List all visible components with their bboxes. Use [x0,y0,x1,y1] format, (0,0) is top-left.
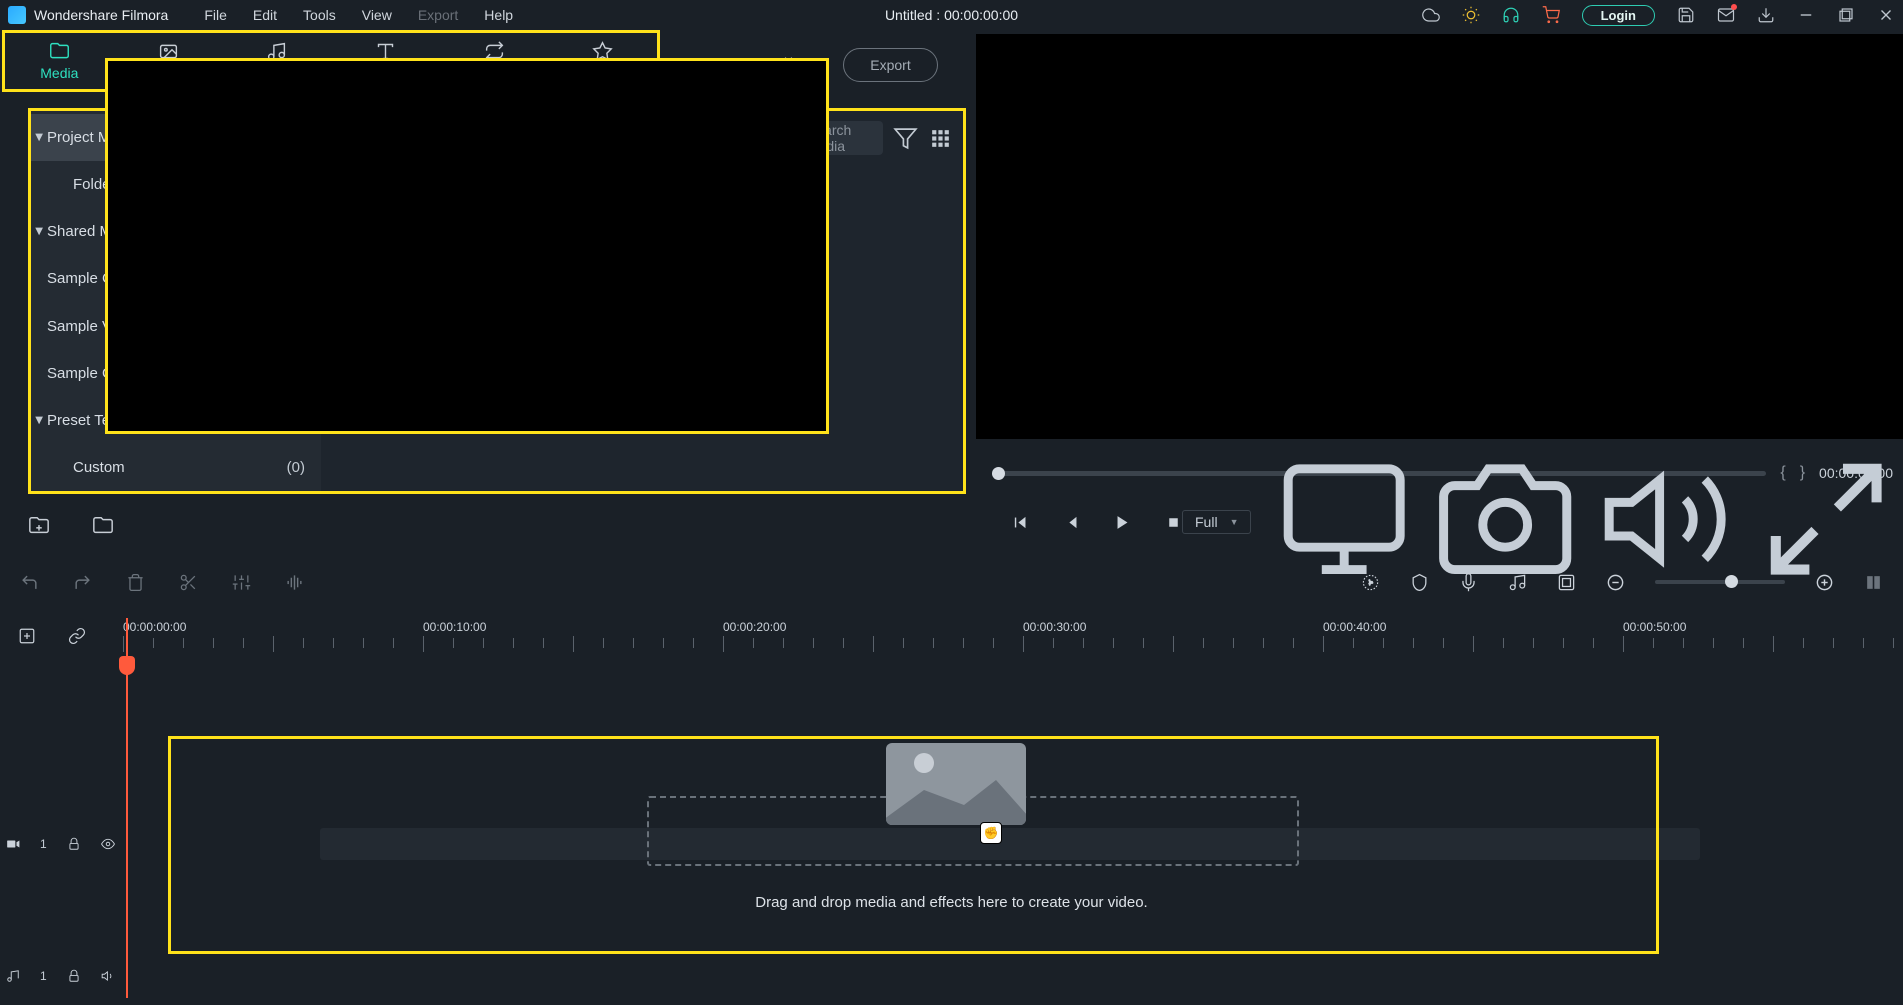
scrubber-thumb[interactable] [992,467,1005,480]
timeline-instruction: Drag and drop media and effects here to … [0,894,1903,911]
play-icon[interactable] [1114,514,1131,531]
eye-icon[interactable] [101,837,115,851]
zoom-fit-icon[interactable] [1864,573,1883,592]
menu-file[interactable]: File [204,7,227,23]
preview-viewport[interactable] [105,58,829,434]
menu-tools[interactable]: Tools [303,7,336,23]
menu-edit[interactable]: Edit [253,7,277,23]
audio-track-number: 1 [40,969,47,983]
tips-icon[interactable] [1462,6,1480,24]
delete-icon[interactable] [126,573,145,592]
video-track-number: 1 [40,837,47,851]
mail-icon[interactable] [1717,6,1735,24]
grab-cursor-icon: ✊ [980,822,1002,844]
play-reverse-icon[interactable] [1063,514,1080,531]
cloud-icon[interactable] [1422,6,1440,24]
maximize-icon[interactable] [1837,6,1855,24]
timeline-ruler[interactable]: 00:00:00:0000:00:10:0000:00:20:0000:00:3… [0,616,1903,656]
tree-item[interactable]: Custom(0) [31,444,321,491]
preview-panel [976,34,1903,439]
marker-icon[interactable] [1410,573,1429,592]
lock-icon[interactable] [67,969,81,983]
menu-export: Export [418,7,458,23]
zoom-in-icon[interactable] [1815,573,1834,592]
tab-media[interactable]: Media [5,35,114,87]
folder-actions-icon[interactable] [92,515,114,537]
playhead-handle[interactable] [119,656,135,675]
app-logo-icon [8,6,26,24]
add-track-icon[interactable] [18,627,36,645]
step-back-icon[interactable] [1012,514,1029,531]
cart-icon[interactable] [1542,6,1560,24]
speaker-icon[interactable] [101,969,115,983]
stop-icon[interactable] [1165,514,1182,531]
close-icon[interactable] [1877,6,1895,24]
audio-track: 1 [0,960,1903,992]
minimize-icon[interactable] [1797,6,1815,24]
voiceover-icon[interactable] [1459,573,1478,592]
grid-view-icon[interactable] [928,126,953,151]
tree-tools [28,515,114,537]
export-button[interactable]: Export [843,48,938,82]
preview-quality-label: Full [1195,514,1218,530]
adjust-icon[interactable] [232,573,251,592]
menu-view[interactable]: View [362,7,392,23]
timeline-toolbar [0,567,1903,597]
playhead-line[interactable] [126,618,128,998]
filter-icon[interactable] [893,126,918,151]
split-icon[interactable] [179,573,198,592]
new-folder-icon[interactable] [28,515,50,537]
audio-track-icon [6,969,20,983]
render-icon[interactable] [1361,573,1380,592]
menu-bar: File Edit Tools View Export Help [204,7,513,23]
folder-icon [49,41,70,62]
preview-quality-dropdown[interactable]: Full ▼ [1182,510,1251,534]
audio-edit-icon[interactable] [285,573,304,592]
tab-media-label: Media [40,65,78,81]
zoom-thumb[interactable] [1725,575,1738,588]
menu-help[interactable]: Help [484,7,513,23]
zoom-out-icon[interactable] [1606,573,1625,592]
audio-mixer-icon[interactable] [1508,573,1527,592]
title-bar: Wondershare Filmora File Edit Tools View… [0,0,1903,30]
document-title: Untitled : 00:00:00:00 [885,7,1018,23]
app-name: Wondershare Filmora [34,7,168,23]
download-icon[interactable] [1757,6,1775,24]
undo-icon[interactable] [20,573,39,592]
link-icon[interactable] [68,627,86,645]
redo-icon[interactable] [73,573,92,592]
chevron-down-icon: ▼ [1230,517,1239,527]
lock-icon[interactable] [67,837,81,851]
login-button[interactable]: Login [1582,5,1655,26]
preview-controls: Full ▼ [992,506,1893,538]
mode-icon[interactable] [1557,573,1576,592]
video-track-icon [6,837,20,851]
headset-icon[interactable] [1502,6,1520,24]
drag-ghost-thumbnail [886,743,1026,825]
save-icon[interactable] [1677,6,1695,24]
zoom-slider[interactable] [1655,580,1785,584]
